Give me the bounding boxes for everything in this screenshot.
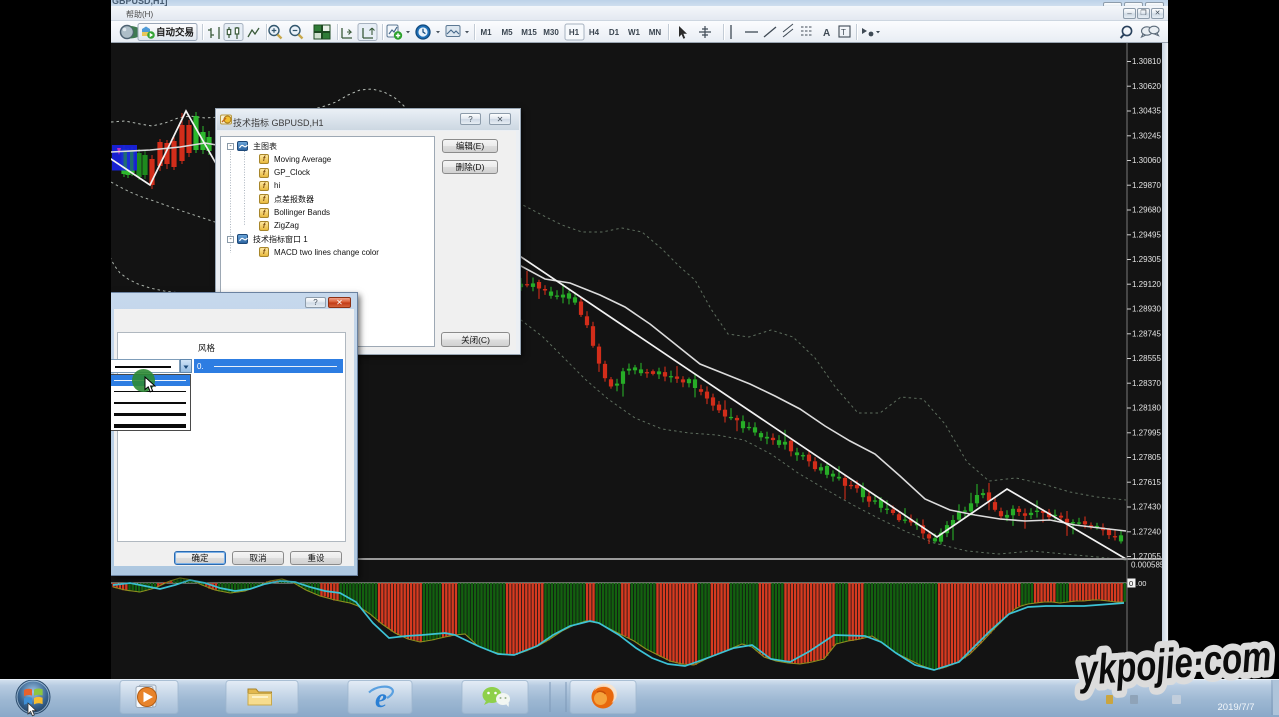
svg-text:D1: D1	[609, 28, 620, 37]
svg-text:0: 0	[1129, 579, 1133, 588]
svg-text:M30: M30	[543, 28, 559, 37]
svg-text:A: A	[823, 28, 830, 39]
svg-text:MN: MN	[649, 28, 662, 37]
svg-text:T: T	[841, 28, 846, 37]
svg-text:1.28745: 1.28745	[1132, 329, 1161, 338]
svg-text:1.29870: 1.29870	[1132, 181, 1161, 190]
svg-text:W1: W1	[628, 28, 641, 37]
svg-text:1.28930: 1.28930	[1132, 305, 1161, 314]
svg-text:自动交易: 自动交易	[156, 27, 194, 39]
svg-text:1.27805: 1.27805	[1132, 453, 1161, 462]
svg-text:1.28370: 1.28370	[1132, 379, 1161, 388]
svg-text:1.30060: 1.30060	[1132, 156, 1161, 165]
svg-text:1.29120: 1.29120	[1132, 280, 1161, 289]
svg-text:1.30620: 1.30620	[1132, 82, 1161, 91]
svg-text:M15: M15	[521, 28, 537, 37]
svg-text:M1: M1	[480, 28, 492, 37]
svg-text:1.27430: 1.27430	[1132, 503, 1161, 512]
svg-text:1.30435: 1.30435	[1132, 107, 1161, 116]
svg-text:1.27615: 1.27615	[1132, 478, 1161, 487]
svg-text:0.000585: 0.000585	[1131, 561, 1165, 570]
svg-text:1.27240: 1.27240	[1132, 527, 1161, 536]
svg-text:1.27995: 1.27995	[1132, 428, 1161, 437]
svg-text:1.30245: 1.30245	[1132, 131, 1161, 140]
svg-text:1.30810: 1.30810	[1132, 57, 1161, 66]
svg-text:H1: H1	[569, 28, 580, 37]
svg-text:1.28555: 1.28555	[1132, 354, 1161, 363]
svg-text:1.28180: 1.28180	[1132, 404, 1161, 413]
svg-text:M5: M5	[501, 28, 513, 37]
svg-text:1.29495: 1.29495	[1132, 230, 1161, 239]
svg-text:2019/7/7: 2019/7/7	[1218, 702, 1255, 713]
svg-text:H4: H4	[589, 28, 600, 37]
svg-text:1.29305: 1.29305	[1132, 255, 1161, 264]
svg-text:.00: .00	[1136, 579, 1146, 588]
svg-text:1.29680: 1.29680	[1132, 206, 1161, 215]
